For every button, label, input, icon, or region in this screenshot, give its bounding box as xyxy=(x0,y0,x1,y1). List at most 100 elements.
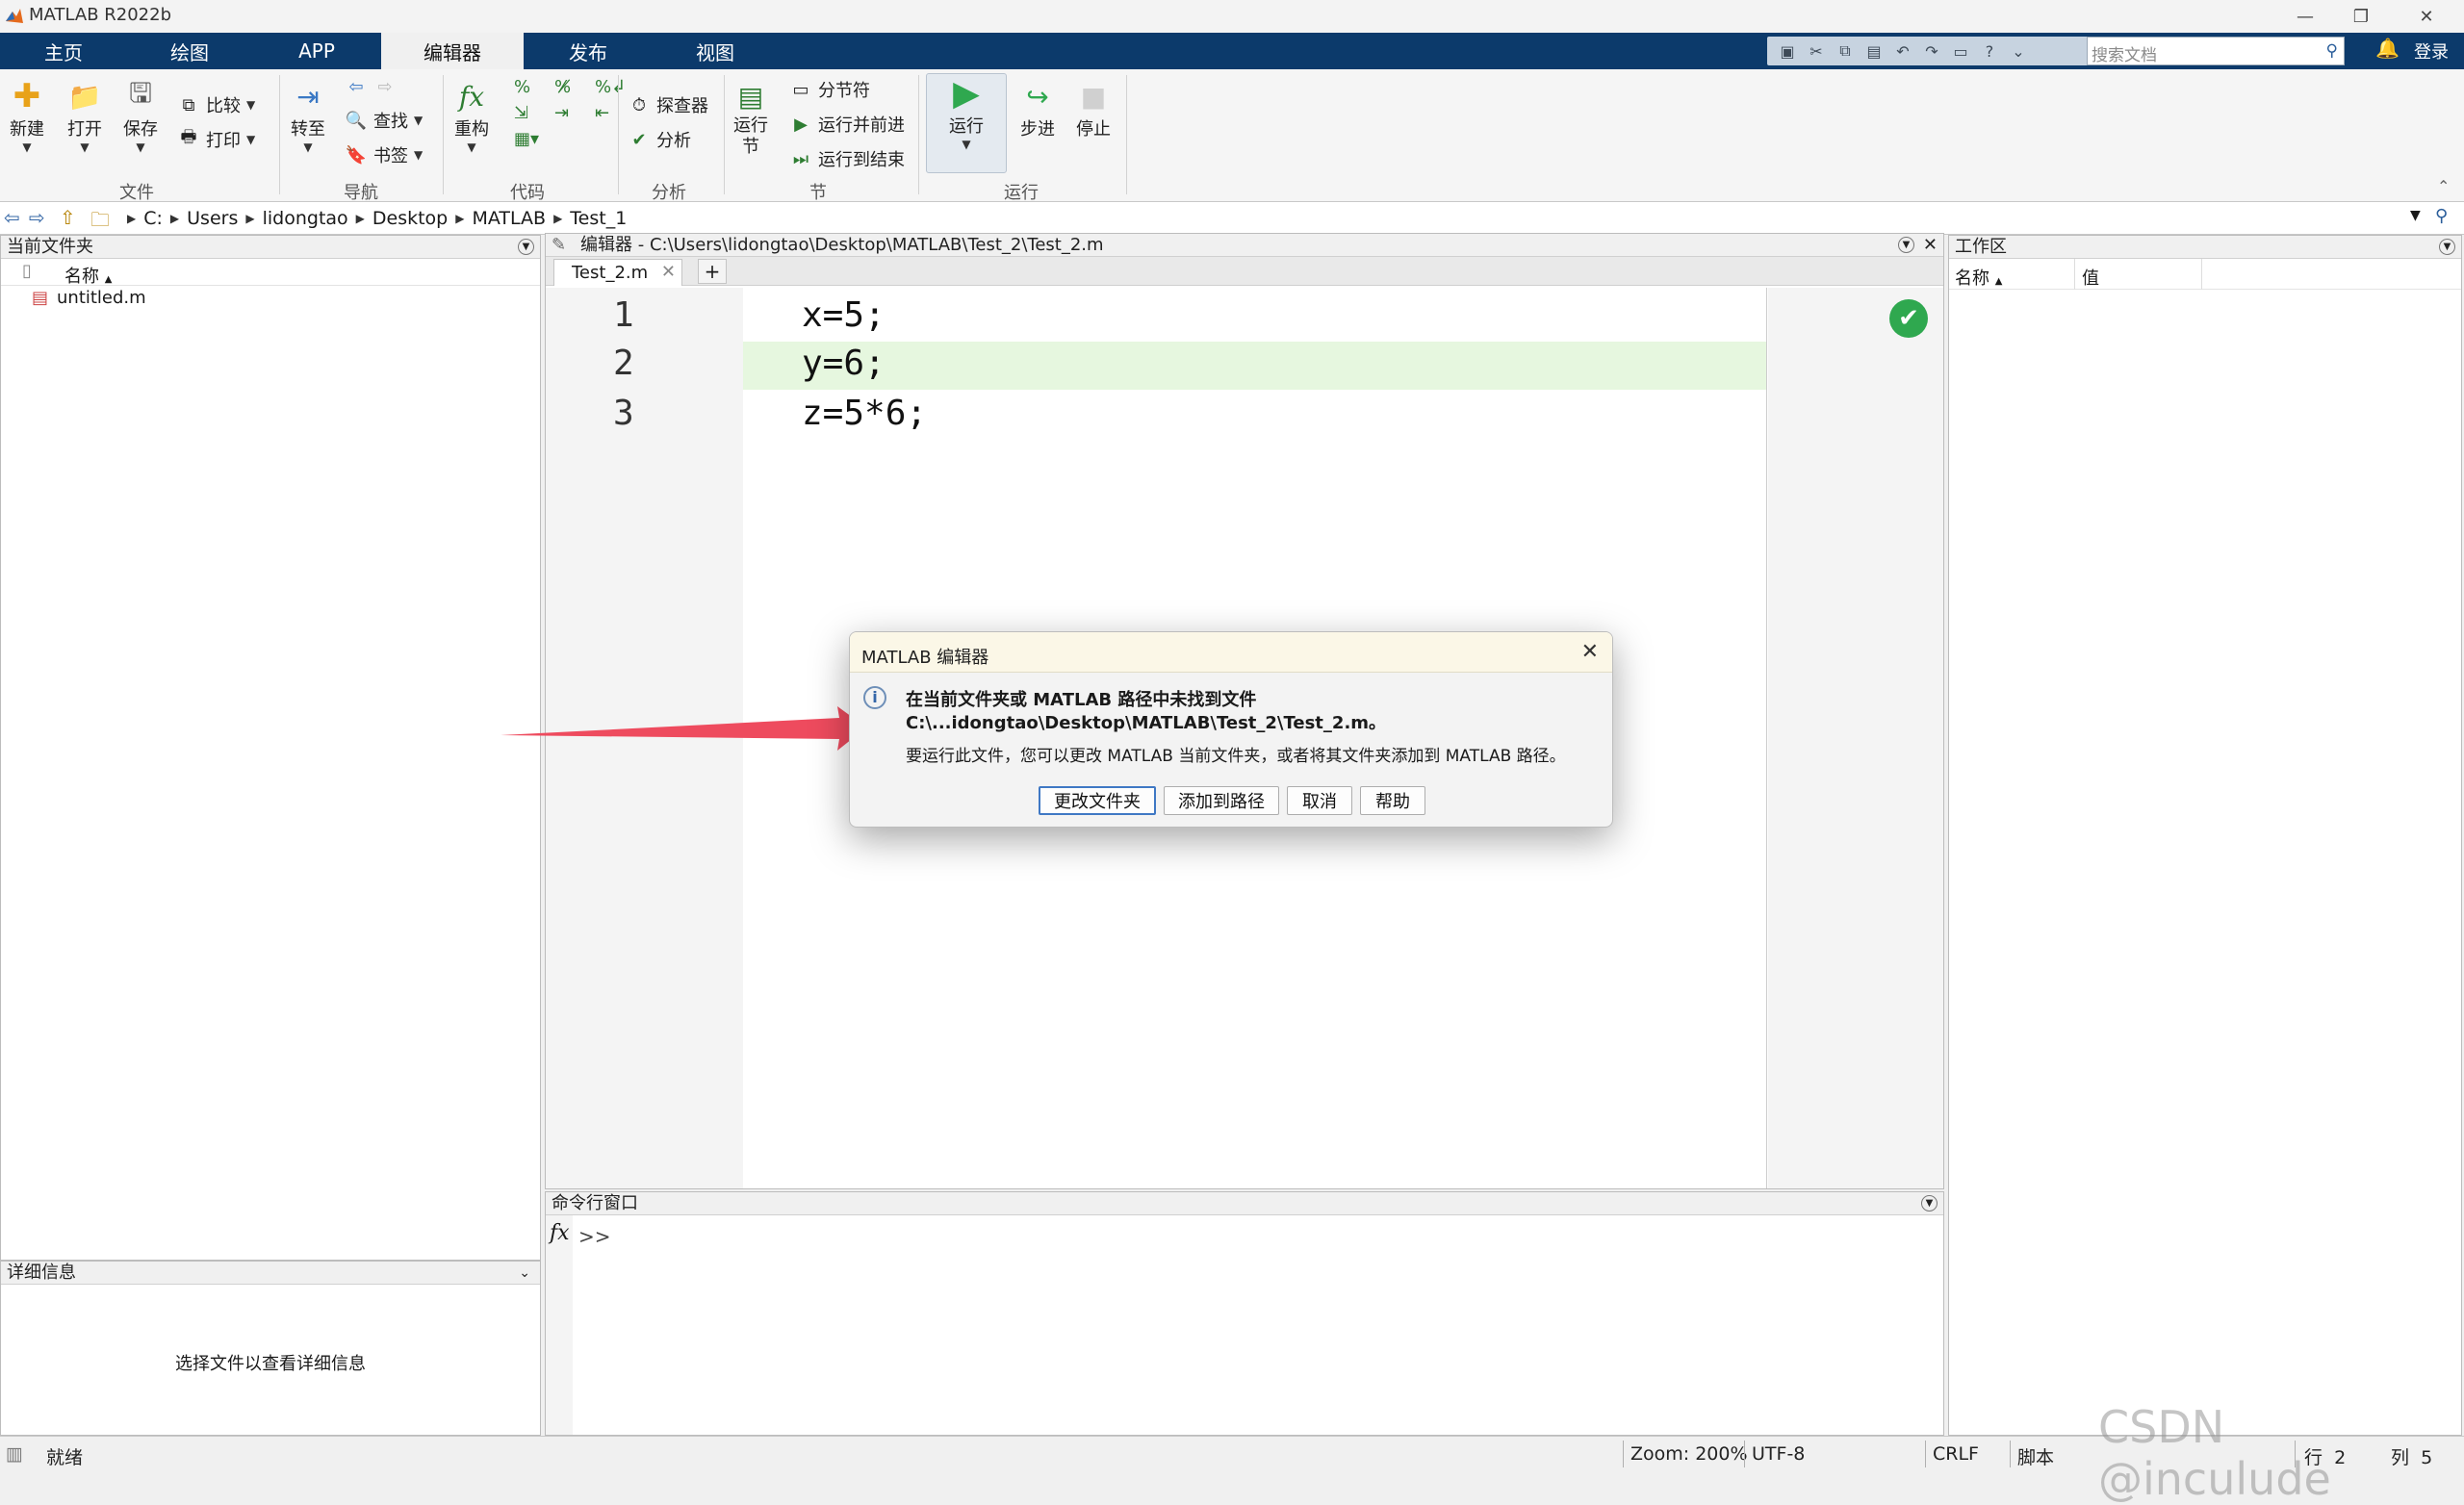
tab-view[interactable]: 视图 xyxy=(653,33,778,69)
quick-access-toolbar: ▣ ✂ ⧉ ▤ ↶ ↷ ▭ ? ⌄ xyxy=(1767,37,2091,65)
column-header-name[interactable]: ▯ 名称 ▲ xyxy=(1,259,540,287)
breadcrumb-item[interactable]: C: xyxy=(143,208,163,229)
print-button[interactable]: 🖶 打印 ▼ xyxy=(177,127,256,152)
file-row[interactable]: ▤ untitled.m xyxy=(1,286,540,315)
collapse-ribbon-icon[interactable]: ⌃ xyxy=(2437,177,2450,195)
tab-home[interactable]: 主页 xyxy=(0,33,127,69)
column-header-name[interactable]: 名称 ▲ xyxy=(1955,265,2002,290)
run-and-advance-button[interactable]: ▶ 运行并前进 xyxy=(789,112,905,137)
cut-icon[interactable]: ✂ xyxy=(1804,40,1829,62)
bookmark-button[interactable]: 🔖 书签 ▼ xyxy=(345,142,423,167)
window-title: MATLAB R2022b xyxy=(29,5,172,25)
close-dialog-icon[interactable]: ✕ xyxy=(1581,640,1599,664)
editor-tab-test2[interactable]: Test_2.m ✕ xyxy=(553,259,682,286)
code-line[interactable]: x=5; xyxy=(802,295,886,335)
uncomment-icon[interactable]: %̸ xyxy=(554,77,589,97)
help-icon[interactable]: ? xyxy=(1977,40,2002,62)
divider xyxy=(724,75,725,194)
comment-icon[interactable]: % xyxy=(514,77,549,97)
command-prompt[interactable]: >> xyxy=(578,1225,611,1248)
copy-icon[interactable]: ⧉ xyxy=(1833,40,1858,62)
outdent-icon[interactable]: ⇤ xyxy=(595,103,629,123)
find-button[interactable]: 🔍 查找 ▼ xyxy=(345,108,423,133)
profiler-button[interactable]: ⏱ 探查器 xyxy=(628,92,708,117)
redo-icon[interactable]: ↷ xyxy=(1919,40,1944,62)
indent-icon[interactable]: ⇥ xyxy=(554,103,589,123)
save-icon[interactable]: ▣ xyxy=(1775,40,1800,62)
back-icon[interactable]: ⇦ xyxy=(4,206,20,229)
notification-bell-icon[interactable]: 🔔 xyxy=(2375,37,2400,60)
breadcrumb-item[interactable]: Users xyxy=(187,208,238,229)
info-icon: i xyxy=(863,686,886,709)
save-button[interactable]: 🖫 保存 ▼ xyxy=(121,77,160,154)
forward-arrow-icon[interactable]: ⇨ xyxy=(373,75,397,98)
search-icon[interactable]: ⚲ xyxy=(2326,41,2338,61)
code-line[interactable]: z=5*6; xyxy=(802,394,927,433)
search-folder-icon[interactable]: ⚲ xyxy=(2435,206,2448,226)
forward-icon[interactable]: ⇨ xyxy=(29,206,45,229)
breadcrumb-item[interactable]: lidongtao xyxy=(263,208,348,229)
undo-icon[interactable]: ↶ xyxy=(1890,40,1915,62)
format-icon[interactable]: ▦▾ xyxy=(514,129,549,149)
breadcrumb-separator: ▶ xyxy=(169,212,180,225)
column-header-value[interactable]: 值 xyxy=(2082,265,2099,290)
analyze-button[interactable]: ✔ 分析 xyxy=(628,127,691,152)
tab-publish[interactable]: 发布 xyxy=(524,33,653,69)
breadcrumb-item[interactable]: Test_1 xyxy=(570,208,627,229)
divider xyxy=(918,75,919,194)
close-window-button[interactable]: ✕ xyxy=(2397,0,2456,33)
search-documentation-input[interactable]: 搜索文档 ⚲ xyxy=(2087,37,2345,65)
code-line[interactable]: y=6; xyxy=(802,344,886,383)
open-button[interactable]: 📁 打开 ▼ xyxy=(65,77,104,155)
cancel-button[interactable]: 取消 xyxy=(1287,786,1352,815)
bookmark-icon: 🔖 xyxy=(345,144,368,166)
new-label: 新建 xyxy=(10,119,44,140)
paste-icon[interactable]: ▤ xyxy=(1861,40,1886,62)
smart-indent-icon[interactable]: ⇲ xyxy=(514,103,549,123)
close-editor-icon[interactable]: ✕ xyxy=(1923,234,1938,257)
browse-folder-icon[interactable]: 🗀 xyxy=(90,206,110,239)
panel-menu-icon[interactable]: ▼ xyxy=(1921,1195,1938,1212)
breadcrumb-item[interactable]: MATLAB xyxy=(472,208,546,229)
tab-apps[interactable]: APP xyxy=(252,33,381,69)
back-arrow-icon[interactable]: ⇦ xyxy=(345,75,368,98)
chevron-down-icon[interactable]: ⌄ xyxy=(519,1262,530,1285)
refactor-button[interactable]: fx 重构 ▼ xyxy=(452,77,491,155)
restore-button[interactable]: ❐ xyxy=(2331,0,2391,33)
step-button[interactable]: ↪ 步进 xyxy=(1018,77,1057,140)
section-break-button[interactable]: ▭ 分节符 xyxy=(789,77,870,102)
up-folder-icon[interactable]: ⇧ xyxy=(60,206,76,229)
change-folder-button[interactable]: 更改文件夹 xyxy=(1039,786,1156,815)
breadcrumb-item[interactable]: Desktop xyxy=(372,208,448,229)
add-to-path-button[interactable]: 添加到路径 xyxy=(1164,786,1279,815)
tab-editor[interactable]: 编辑器 xyxy=(381,33,524,69)
panel-menu-icon[interactable]: ▼ xyxy=(2439,239,2455,255)
section-break-icon: ▭ xyxy=(792,79,809,100)
fx-function-browser-icon[interactable]: fx xyxy=(550,1221,570,1245)
compare-button[interactable]: ⧉ 比较 ▼ xyxy=(177,92,256,117)
run-section-button[interactable]: ▤ 运行 节 xyxy=(732,77,770,158)
panel-menu-icon[interactable]: ▼ xyxy=(518,239,534,255)
analysis-ok-check-icon[interactable]: ✔ xyxy=(1889,299,1928,338)
code-tools-grid: % %̸ %↲ ⇲ ⇥ ⇤ ▦▾ xyxy=(514,77,629,149)
details-empty-text: 选择文件以查看详细信息 xyxy=(175,1354,366,1374)
back-forward-buttons[interactable]: ⇦ ⇨ xyxy=(345,75,397,98)
dropdown-icon[interactable]: ⌄ xyxy=(2006,40,2031,62)
run-button[interactable]: ▶ 运行 ▼ xyxy=(926,73,1007,173)
minimize-button[interactable]: — xyxy=(2275,0,2335,33)
tab-plots[interactable]: 绘图 xyxy=(127,33,252,69)
close-tab-icon[interactable]: ✕ xyxy=(661,262,676,282)
analyze-label: 分析 xyxy=(656,131,691,151)
switch-window-icon[interactable]: ▭ xyxy=(1948,40,1973,62)
stop-button[interactable]: ■ 停止 xyxy=(1074,77,1113,140)
wrap-comment-icon[interactable]: %↲ xyxy=(595,77,629,97)
panel-menu-icon[interactable]: ▼ xyxy=(1898,237,1914,253)
help-button[interactable]: 帮助 xyxy=(1360,786,1425,815)
path-dropdown-icon[interactable]: ▼ xyxy=(2410,208,2421,223)
run-to-end-button[interactable]: ⏭ 运行到结束 xyxy=(789,146,905,171)
add-tab-button[interactable]: + xyxy=(698,259,727,284)
login-link[interactable]: 登录 xyxy=(2414,38,2449,64)
new-button[interactable]: ✚ 新建 ▼ xyxy=(8,77,46,154)
group-label-section: 节 xyxy=(809,183,827,203)
goto-button[interactable]: ⇥ 转至 ▼ xyxy=(289,77,327,155)
